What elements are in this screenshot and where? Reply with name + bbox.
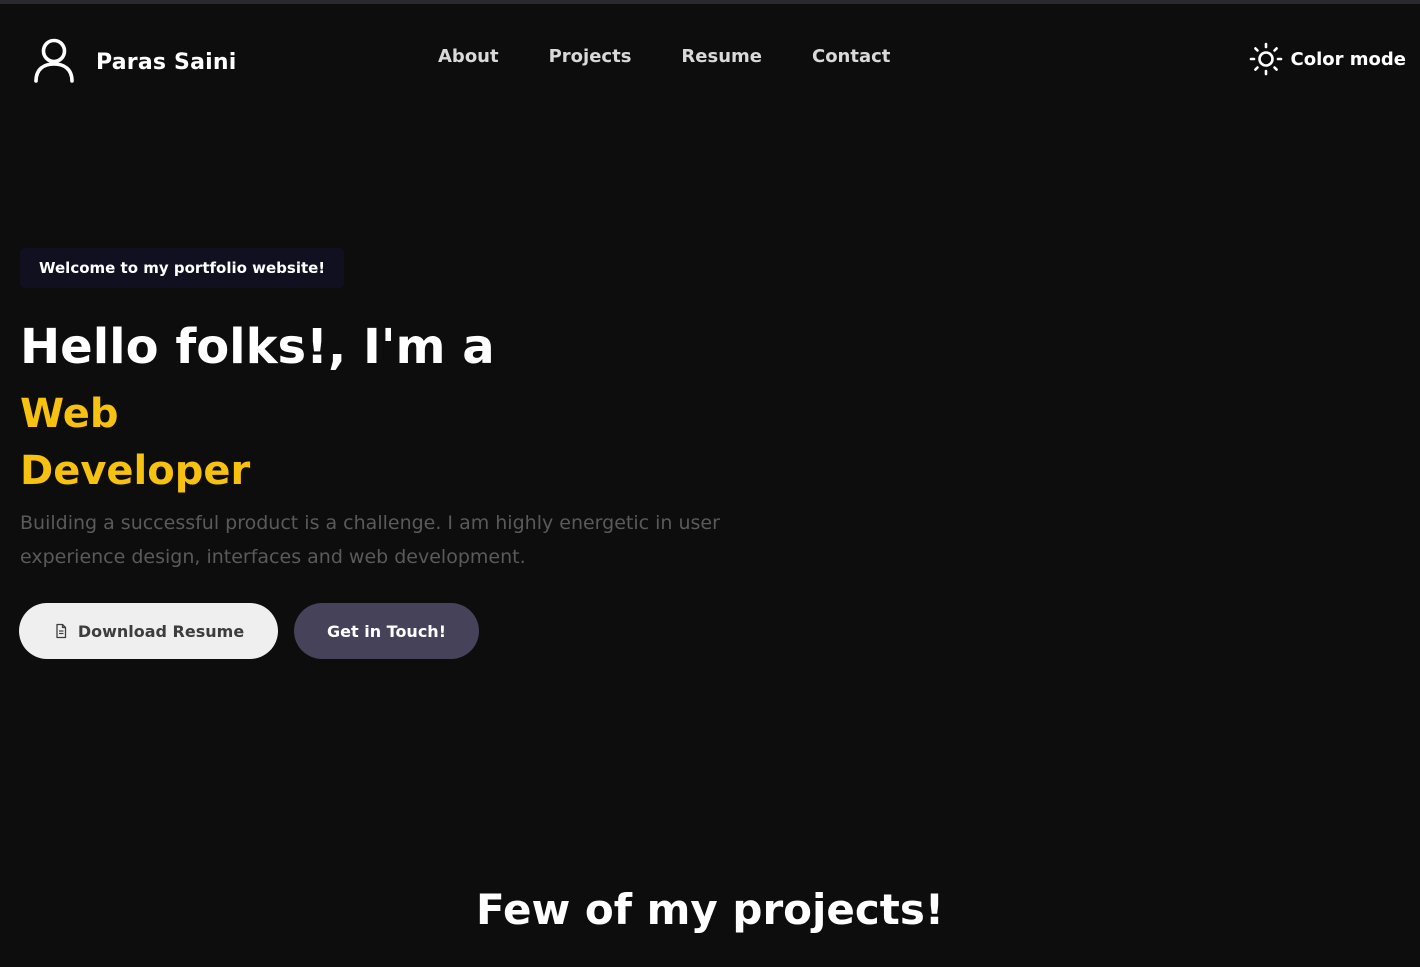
get-in-touch-label: Get in Touch!: [327, 621, 446, 641]
get-in-touch-button[interactable]: Get in Touch!: [294, 603, 479, 659]
color-mode-toggle[interactable]: Color mode: [1249, 42, 1406, 76]
document-icon: [56, 623, 66, 639]
sun-icon: [1249, 42, 1282, 76]
download-resume-label: Download Resume: [77, 621, 245, 641]
download-resume-button[interactable]: Download Resume: [19, 603, 278, 659]
user-icon: [34, 38, 74, 83]
hero-role-line-1: Web: [20, 391, 119, 437]
nav-link-resume[interactable]: Resume: [681, 46, 762, 67]
brand-name: Paras Saini: [96, 49, 237, 75]
nav-link-about[interactable]: About: [438, 46, 499, 67]
hero-role-line-2: Developer: [20, 448, 251, 494]
welcome-badge: Welcome to my portfolio website!: [20, 248, 345, 288]
nav-link-contact[interactable]: Contact: [812, 46, 890, 67]
hero-title: Hello folks!, I'm a: [20, 319, 495, 375]
hero-description: Building a successful product is a chall…: [20, 512, 720, 568]
projects-section-title: Few of my projects!: [475, 885, 945, 934]
window-top-border: [0, 0, 1420, 4]
brand[interactable]: Paras Saini: [30, 36, 236, 84]
main-nav: About Projects Resume Contact: [438, 46, 940, 67]
hero-role: Web Developer: [20, 386, 250, 500]
nav-link-projects[interactable]: Projects: [549, 46, 632, 67]
color-mode-label: Color mode: [1290, 48, 1406, 70]
